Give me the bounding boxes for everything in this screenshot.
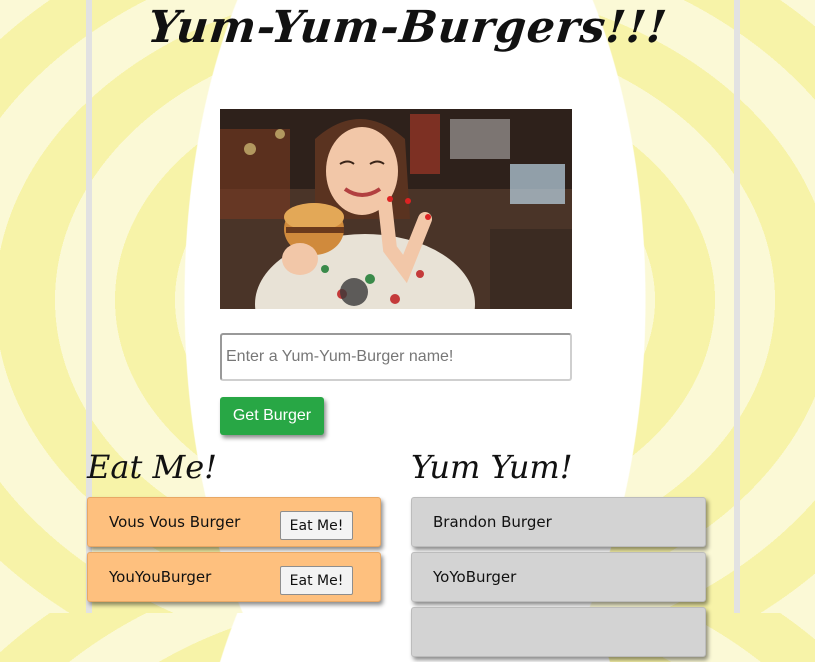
burger-name: Vous Vous Burger xyxy=(109,513,241,531)
yum-yum-heading: Yum Yum! xyxy=(411,448,573,486)
eat-me-heading: Eat Me! xyxy=(87,448,218,486)
eat-me-list: Vous Vous Burger Eat Me! YouYouBurger Ea… xyxy=(87,497,381,607)
burger-name: YouYouBurger xyxy=(109,568,212,586)
hero-photo-illustration xyxy=(220,109,572,309)
list-item: Brandon Burger xyxy=(411,497,706,547)
list-item: Vous Vous Burger Eat Me! xyxy=(87,497,381,547)
page-title: Yum-Yum-Burgers!!! xyxy=(145,2,670,53)
get-burger-button[interactable]: Get Burger xyxy=(220,397,324,435)
list-item: YoYoBurger xyxy=(411,552,706,602)
yum-yum-list: Brandon Burger YoYoBurger xyxy=(411,497,706,662)
burger-name: Brandon Burger xyxy=(433,513,552,531)
list-item: YouYouBurger Eat Me! xyxy=(87,552,381,602)
list-item xyxy=(411,607,706,657)
burger-name-input[interactable] xyxy=(220,333,572,381)
eat-me-button[interactable]: Eat Me! xyxy=(280,511,353,540)
eat-me-button[interactable]: Eat Me! xyxy=(280,566,353,595)
hero-image xyxy=(220,109,572,309)
burger-name: YoYoBurger xyxy=(433,568,517,586)
